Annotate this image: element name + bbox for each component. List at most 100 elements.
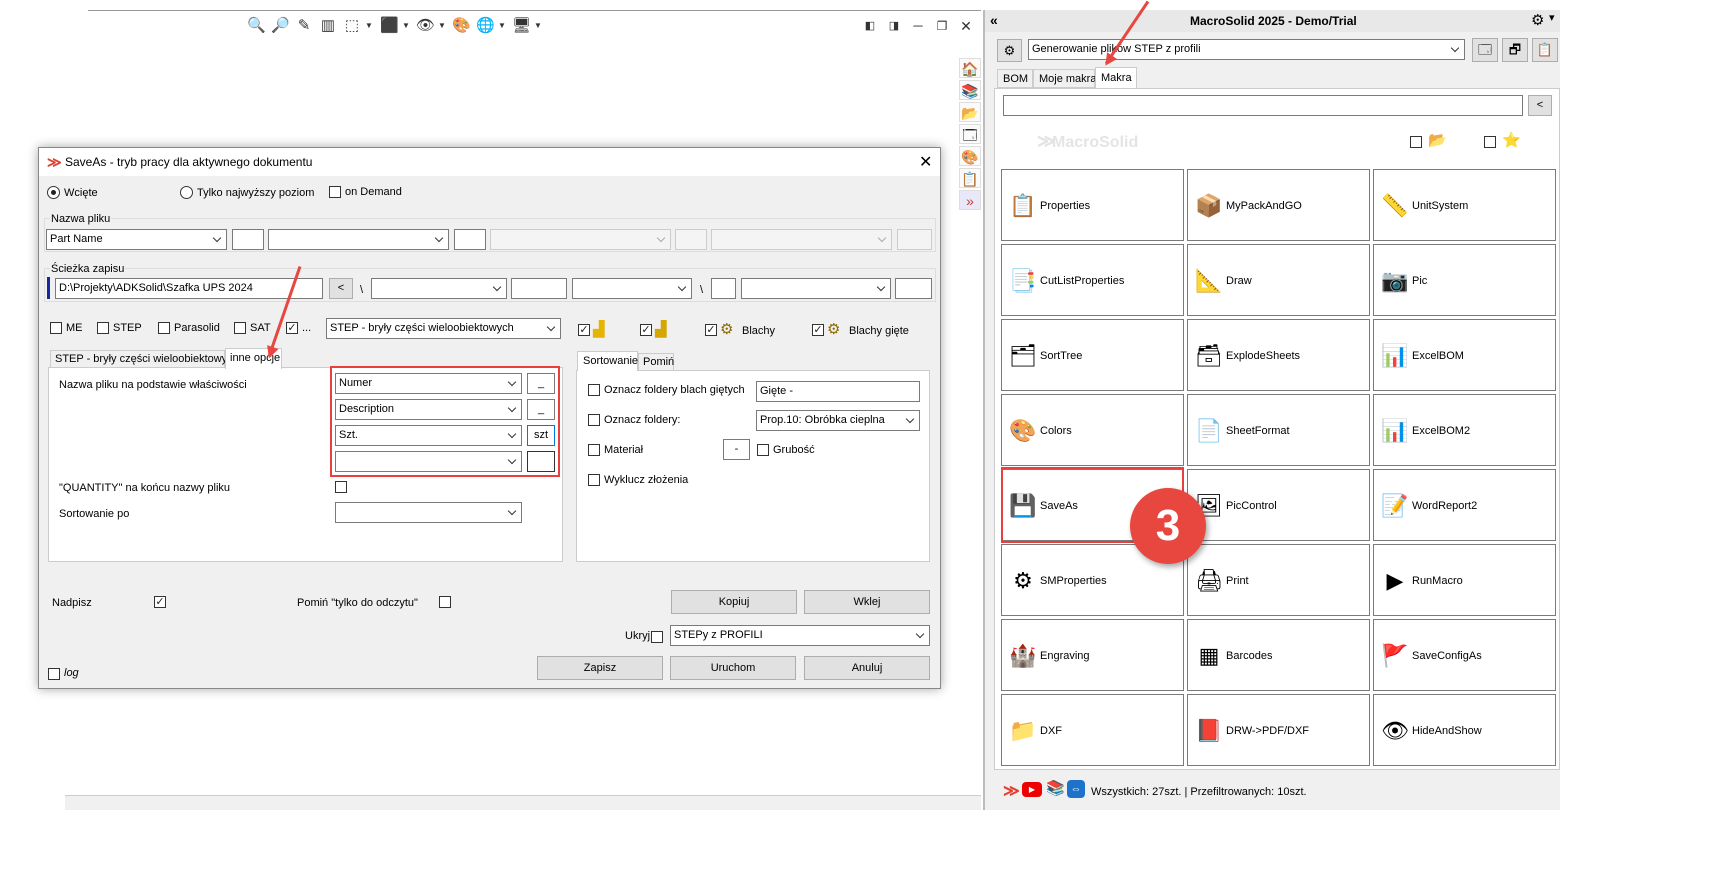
log-checkbox[interactable] <box>48 668 60 680</box>
macro-tile-excelbom[interactable]: 📊 ExcelBOM <box>1373 319 1556 391</box>
path-sep2[interactable] <box>711 278 736 299</box>
macro-tile-wordreport2[interactable]: 📝 WordReport2 <box>1373 469 1556 541</box>
path-folder3[interactable] <box>741 278 891 299</box>
sheet-metal-checkbox[interactable]: ✓ <box>705 324 717 336</box>
macro-tile-sheetformat[interactable]: 📄 SheetFormat <box>1187 394 1370 466</box>
filter-favorites-checkbox[interactable] <box>1484 136 1496 148</box>
prop-select-2[interactable]: Description <box>335 399 522 420</box>
prop-select-4[interactable] <box>335 451 522 472</box>
macro-tile-hideandshow[interactable]: 👁 HideAndShow <box>1373 694 1556 766</box>
hide-checkbox[interactable] <box>651 631 663 643</box>
prop-select-3[interactable]: Szt. <box>335 425 522 446</box>
quantity-checkbox[interactable] <box>335 481 347 493</box>
teamviewer-icon[interactable]: ⇔ <box>1067 780 1085 798</box>
youtube-icon[interactable]: ▶ <box>1022 782 1042 797</box>
sat-checkbox[interactable] <box>234 322 246 334</box>
prop-sep-1[interactable]: _ <box>527 373 555 394</box>
macro-tile-dxf[interactable]: 📁 DXF <box>1001 694 1184 766</box>
search-back-button[interactable]: < <box>1528 95 1552 116</box>
overwrite-checkbox[interactable]: ✓ <box>154 596 166 608</box>
prop-sep-4[interactable] <box>527 451 555 472</box>
macro-tile-saveconfigas[interactable]: 🚩 SaveConfigAs <box>1373 619 1556 691</box>
file-name-field1[interactable]: Part Name <box>46 229 227 250</box>
radio-wciete[interactable] <box>47 186 60 199</box>
file-name-sep2[interactable] <box>454 229 486 250</box>
macro-tile-sorttree[interactable]: 🗂 SortTree <box>1001 319 1184 391</box>
parasolid-checkbox[interactable] <box>158 322 170 334</box>
macrosolid-logo-icon[interactable]: ≫ <box>1003 781 1020 801</box>
part-green-checkbox[interactable]: ✓ <box>640 324 652 336</box>
previous-view-icon[interactable]: ✎ <box>295 17 313 35</box>
macro-tile-colors[interactable]: 🎨 Colors <box>1001 394 1184 466</box>
tab-skip[interactable]: Pomiń <box>638 353 674 371</box>
part-filter-checkbox[interactable]: ✓ <box>578 324 590 336</box>
macro-tile-engraving[interactable]: 🏰 Engraving <box>1001 619 1184 691</box>
format-select[interactable]: STEP - bryły części wieloobiektowych <box>326 318 561 339</box>
mark-folders-checkbox[interactable] <box>588 414 600 426</box>
custom-properties-icon[interactable]: 📋 <box>959 168 981 188</box>
path-sep3[interactable] <box>895 278 932 299</box>
tab-step-bodies[interactable]: STEP - bryły części wieloobiektowych <box>50 350 239 368</box>
material-sep-input[interactable]: - <box>723 439 750 460</box>
macro-tile-pic[interactable]: 📷 Pic <box>1373 244 1556 316</box>
step-checkbox[interactable] <box>97 322 109 334</box>
view-palette-icon[interactable]: 🗔 <box>959 124 981 144</box>
macro-tile-explodesheets[interactable]: 🗃 ExplodeSheets <box>1187 319 1370 391</box>
paste-button[interactable]: Wklej <box>804 590 930 614</box>
file-name-field2[interactable] <box>268 229 449 250</box>
prop-sep-3[interactable]: szt <box>527 425 555 446</box>
bent-sheet-checkbox[interactable]: ✓ <box>812 324 824 336</box>
display-style-icon[interactable]: ⬛ <box>380 17 399 35</box>
macro-tile-excelbom2[interactable]: 📊 ExcelBOM2 <box>1373 394 1556 466</box>
restore-icon[interactable]: ❐ <box>933 17 951 35</box>
path-back-button[interactable]: < <box>329 278 353 299</box>
cancel-button[interactable]: Anuluj <box>804 656 930 680</box>
macrosolid-icon[interactable]: » <box>959 190 981 210</box>
preset-select[interactable]: STEPy z PROFILI <box>670 625 930 646</box>
mark-bent-input[interactable]: Gięte - <box>756 381 920 402</box>
file-explorer-icon[interactable]: 📂 <box>959 102 981 122</box>
section-view-icon[interactable]: ▥ <box>319 17 337 35</box>
update-button[interactable]: 📋 <box>1532 38 1558 62</box>
close-icon[interactable]: ✕ <box>957 17 975 35</box>
mark-bent-checkbox[interactable] <box>588 384 600 396</box>
tab-sorting[interactable]: Sortowanie <box>577 351 638 371</box>
edit-appearance-icon[interactable]: 🎨 <box>452 17 471 35</box>
macro-settings-button[interactable]: ⚙ <box>997 39 1022 62</box>
view-orientation-icon[interactable]: ⬚ <box>343 17 361 35</box>
path-folder1[interactable] <box>371 278 507 299</box>
radio-top-level[interactable] <box>180 186 193 199</box>
macro-tile-print[interactable]: 🖨 Print <box>1187 544 1370 616</box>
filter-folder-checkbox[interactable] <box>1410 136 1422 148</box>
me-checkbox[interactable] <box>50 322 62 334</box>
skip-readonly-checkbox[interactable] <box>439 596 451 608</box>
thickness-checkbox[interactable] <box>757 444 769 456</box>
manual-icon[interactable]: 📚 <box>1046 779 1065 797</box>
home-icon[interactable]: 🏠 <box>959 58 981 78</box>
more-formats-checkbox[interactable]: ✓ <box>286 322 298 334</box>
prop-select-1[interactable]: Numer <box>335 373 522 394</box>
close-icon[interactable]: ✕ <box>919 152 932 172</box>
macro-tile-mypackandgo[interactable]: 📦 MyPackAndGO <box>1187 169 1370 241</box>
panel-settings-icon[interactable]: ⚙ <box>1531 11 1544 29</box>
import-settings-button[interactable]: 🗗 <box>1502 38 1528 62</box>
path-sep1[interactable] <box>511 278 567 299</box>
save-button[interactable]: Zapisz <box>537 656 663 680</box>
macro-tile-properties[interactable]: 📋 Properties <box>1001 169 1184 241</box>
pane-left-icon[interactable]: ◧ <box>861 17 879 35</box>
chevron-down-icon[interactable]: ▼ <box>401 17 411 35</box>
export-settings-button[interactable]: 🗔 <box>1472 38 1498 62</box>
macro-tile-draw[interactable]: 📐 Draw <box>1187 244 1370 316</box>
path-folder2[interactable] <box>572 278 692 299</box>
macro-tile-barcodes[interactable]: ▦ Barcodes <box>1187 619 1370 691</box>
macro-tile-drw-pdf-dxf[interactable]: 📕 DRW->PDF/DXF <box>1187 694 1370 766</box>
material-checkbox[interactable] <box>588 444 600 456</box>
hide-show-icon[interactable]: 👁 <box>416 17 435 35</box>
panel-tab-macros[interactable]: Makra <box>1095 67 1137 89</box>
copy-button[interactable]: Kopiuj <box>671 590 797 614</box>
on-demand-checkbox[interactable] <box>329 186 341 198</box>
run-button[interactable]: Uruchom <box>670 656 796 680</box>
view-settings-icon[interactable]: 🖥 <box>512 17 531 35</box>
pin-icon[interactable]: ▾ <box>1549 11 1555 24</box>
macro-select[interactable]: Generowanie plików STEP z profili <box>1028 39 1465 60</box>
